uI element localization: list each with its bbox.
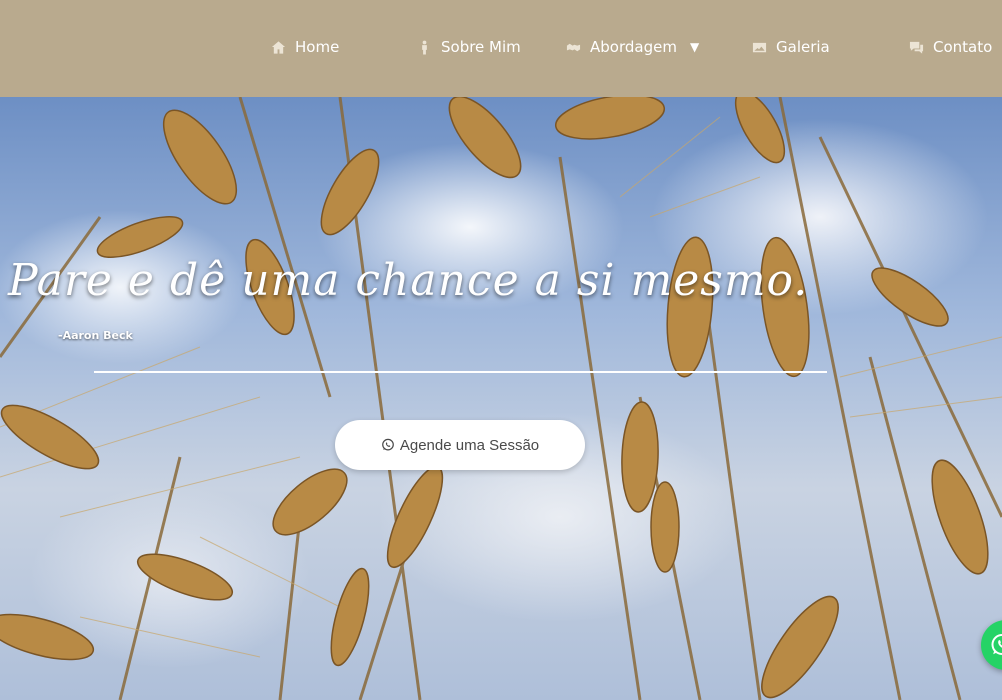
hero-divider	[94, 371, 827, 373]
nav-sobre-mim[interactable]: Sobre Mim	[416, 36, 521, 58]
nav-galeria-label: Galeria	[776, 38, 830, 56]
nav-abordagem[interactable]: Abordagem ▼	[565, 36, 699, 58]
home-icon	[270, 39, 286, 55]
nav-home-label: Home	[295, 38, 340, 56]
hero-quote: Pare e dê uma chance a si mesmo.	[8, 255, 809, 306]
schedule-session-button[interactable]: Agende uma Sessão	[335, 420, 585, 470]
image-icon	[751, 39, 767, 55]
nav-sobre-mim-label: Sobre Mim	[441, 38, 521, 56]
nav-galeria[interactable]: Galeria	[751, 36, 830, 58]
chat-icon	[908, 39, 924, 55]
nav-home[interactable]: Home	[270, 36, 339, 58]
nav-contato[interactable]: Contato	[908, 36, 992, 58]
site-header: Home Sobre Mim Abordagem ▼ Galeria Conta…	[0, 0, 1002, 97]
whatsapp-icon	[991, 634, 1002, 655]
whatsapp-icon	[381, 438, 394, 451]
nav-contato-label: Contato	[933, 38, 993, 56]
chevron-down-icon: ▼	[689, 40, 700, 54]
nav-abordagem-label: Abordagem	[590, 38, 677, 56]
person-icon	[416, 39, 432, 55]
quote-author: -Aaron Beck	[58, 329, 133, 342]
wheat-field-background	[0, 97, 1002, 700]
hero-section: Pare e dê uma chance a si mesmo. -Aaron …	[0, 97, 1002, 700]
handshake-icon	[565, 39, 581, 55]
schedule-session-label: Agende uma Sessão	[399, 436, 540, 454]
